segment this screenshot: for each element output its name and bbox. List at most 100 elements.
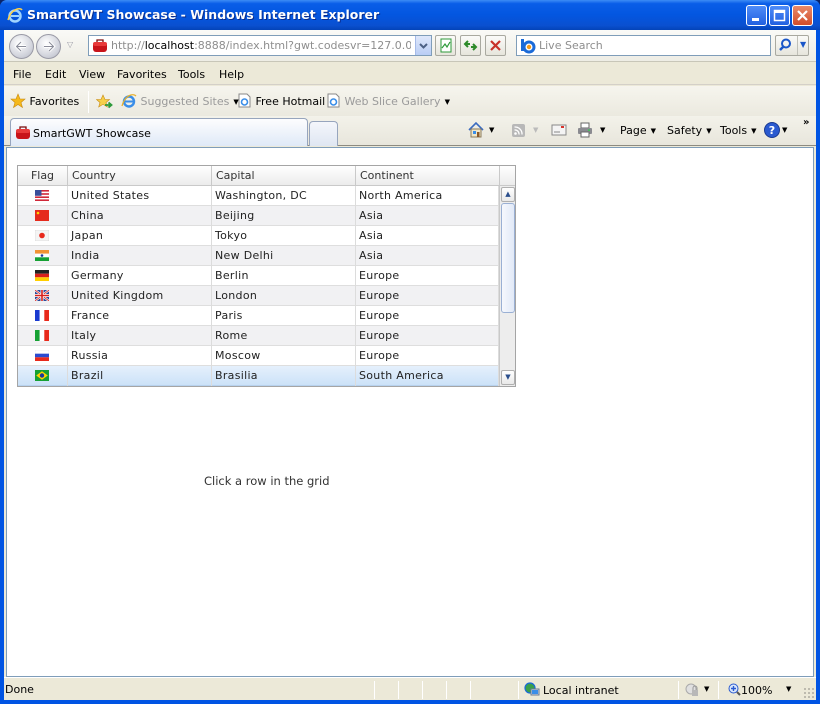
column-header-continent[interactable]: Continent: [356, 166, 500, 186]
menu-favorites[interactable]: Favorites: [117, 68, 167, 81]
favorites-star-icon: [10, 93, 26, 109]
close-button[interactable]: [792, 5, 813, 26]
table-row[interactable]: Brazil Brasilia South America: [18, 366, 499, 386]
flag-cell: [18, 326, 68, 346]
suggested-sites-item[interactable]: Suggested Sites ▼: [121, 93, 239, 108]
flag-cell: [18, 246, 68, 266]
search-button[interactable]: ▼: [775, 35, 809, 56]
maximize-icon: [773, 9, 786, 22]
address-toolbar: ▽ http://localhost:8888/index.html?gwt.c…: [4, 30, 816, 62]
refresh-button[interactable]: [460, 35, 481, 56]
table-row[interactable]: United States Washington, DC North America: [18, 186, 499, 206]
free-hotmail-label: Free Hotmail: [255, 95, 326, 108]
scroll-thumb[interactable]: [501, 203, 515, 313]
favorites-button[interactable]: Favorites: [10, 93, 79, 109]
home-dropdown-icon[interactable]: ▼: [489, 126, 494, 134]
flag-cell: [18, 226, 68, 246]
grid-header: Flag Country Capital Continent: [18, 166, 515, 186]
home-icon[interactable]: [467, 121, 485, 139]
country-cell: United Kingdom: [68, 286, 212, 306]
table-row[interactable]: Germany Berlin Europe: [18, 266, 499, 286]
table-row[interactable]: Russia Moscow Europe: [18, 346, 499, 366]
safety-menu[interactable]: Safety ▼: [667, 124, 712, 137]
protected-mode-icon[interactable]: [684, 682, 700, 698]
read-mail-icon[interactable]: [550, 121, 568, 139]
capital-cell: Brasilia: [212, 366, 356, 386]
table-row[interactable]: United Kingdom London Europe: [18, 286, 499, 306]
flag-in-icon: [35, 250, 49, 261]
dropdown-caret-icon: ▼: [751, 127, 757, 135]
page-menu[interactable]: Page ▼: [620, 124, 656, 137]
column-header-country[interactable]: Country: [68, 166, 212, 186]
browser-window: SmartGWT Showcase - Windows Internet Exp…: [0, 0, 820, 704]
scroll-up-button[interactable]: ▲: [501, 187, 515, 202]
flag-cell: [18, 346, 68, 366]
country-cell: United States: [68, 186, 212, 206]
column-header-flag[interactable]: Flag: [18, 166, 68, 186]
compatibility-view-icon: [440, 38, 452, 53]
tab-smartgwt-showcase[interactable]: SmartGWT Showcase: [10, 118, 308, 146]
print-icon[interactable]: [576, 121, 594, 139]
help-icon[interactable]: ?: [763, 121, 781, 139]
zoom-level-button[interactable]: 100%: [728, 683, 772, 697]
print-dropdown-icon[interactable]: ▼: [600, 126, 605, 134]
menu-edit[interactable]: Edit: [45, 68, 66, 81]
free-hotmail-item[interactable]: Free Hotmail: [237, 93, 325, 108]
flag-cell: [18, 306, 68, 326]
help-dropdown-icon[interactable]: ▼: [782, 126, 787, 134]
back-button[interactable]: [9, 34, 34, 59]
table-row[interactable]: India New Delhi Asia: [18, 246, 499, 266]
menu-tools[interactable]: Tools: [178, 68, 205, 81]
new-tab-button[interactable]: [309, 121, 338, 146]
feeds-dropdown-icon[interactable]: ▼: [533, 126, 538, 134]
search-options-dropdown-icon[interactable]: ▼: [800, 40, 806, 49]
menu-help[interactable]: Help: [219, 68, 244, 81]
table-row[interactable]: Japan Tokyo Asia: [18, 226, 499, 246]
security-zone[interactable]: Local intranet: [524, 682, 619, 697]
ie-page-icon: [238, 93, 251, 108]
maximize-button[interactable]: [769, 5, 790, 26]
resize-grip[interactable]: [803, 687, 814, 698]
tab-bar: SmartGWT Showcase ▼ ▼ ▼ Page ▼ Safety ▼ To…: [4, 116, 816, 146]
magnifier-icon: [779, 38, 791, 51]
grid-scrollbar[interactable]: ▲ ▼: [499, 186, 515, 386]
table-row[interactable]: Italy Rome Europe: [18, 326, 499, 346]
continent-cell: Europe: [356, 266, 499, 286]
grid-body: United States Washington, DC North America…: [18, 186, 499, 386]
feeds-icon[interactable]: [510, 121, 528, 139]
web-slice-gallery-item[interactable]: Web Slice Gallery ▼: [326, 93, 450, 108]
country-cell: Russia: [68, 346, 212, 366]
column-header-capital[interactable]: Capital: [212, 166, 356, 186]
address-input[interactable]: http://localhost:8888/index.html?gwt.cod…: [88, 35, 432, 56]
address-dropdown-button[interactable]: [415, 36, 431, 55]
minimize-button[interactable]: [746, 5, 767, 26]
status-separator: [446, 681, 447, 699]
tools-menu[interactable]: Tools ▼: [720, 124, 757, 137]
country-cell: Japan: [68, 226, 212, 246]
table-row[interactable]: France Paris Europe: [18, 306, 499, 326]
local-intranet-icon: [524, 682, 540, 696]
recent-pages-dropdown-icon[interactable]: ▽: [67, 40, 73, 49]
flag-fr-icon: [35, 310, 49, 321]
ie-logo-icon: [121, 94, 137, 108]
stop-button[interactable]: [485, 35, 506, 56]
menu-view[interactable]: View: [79, 68, 105, 81]
continent-cell: Europe: [356, 326, 499, 346]
flag-cell: [18, 206, 68, 226]
web-slice-gallery-label: Web Slice Gallery: [344, 95, 441, 108]
live-search-input[interactable]: Live Search: [516, 35, 771, 56]
zoom-dropdown-icon[interactable]: ▼: [786, 685, 791, 693]
flag-ru-icon: [35, 350, 49, 361]
forward-arrow-icon: [44, 40, 56, 53]
menu-file[interactable]: File: [13, 68, 31, 81]
continent-cell: Asia: [356, 206, 499, 226]
flag-cell: [18, 266, 68, 286]
zone-label: Local intranet: [543, 684, 619, 697]
table-row[interactable]: China Beijing Asia: [18, 206, 499, 226]
toolbar-overflow-button[interactable]: »: [803, 117, 809, 128]
add-to-favorites-icon[interactable]: [96, 94, 113, 109]
forward-button[interactable]: [36, 34, 61, 59]
protected-mode-dropdown-icon[interactable]: ▼: [704, 685, 709, 693]
compatibility-view-button[interactable]: [435, 35, 456, 56]
scroll-down-button[interactable]: ▼: [501, 370, 515, 385]
